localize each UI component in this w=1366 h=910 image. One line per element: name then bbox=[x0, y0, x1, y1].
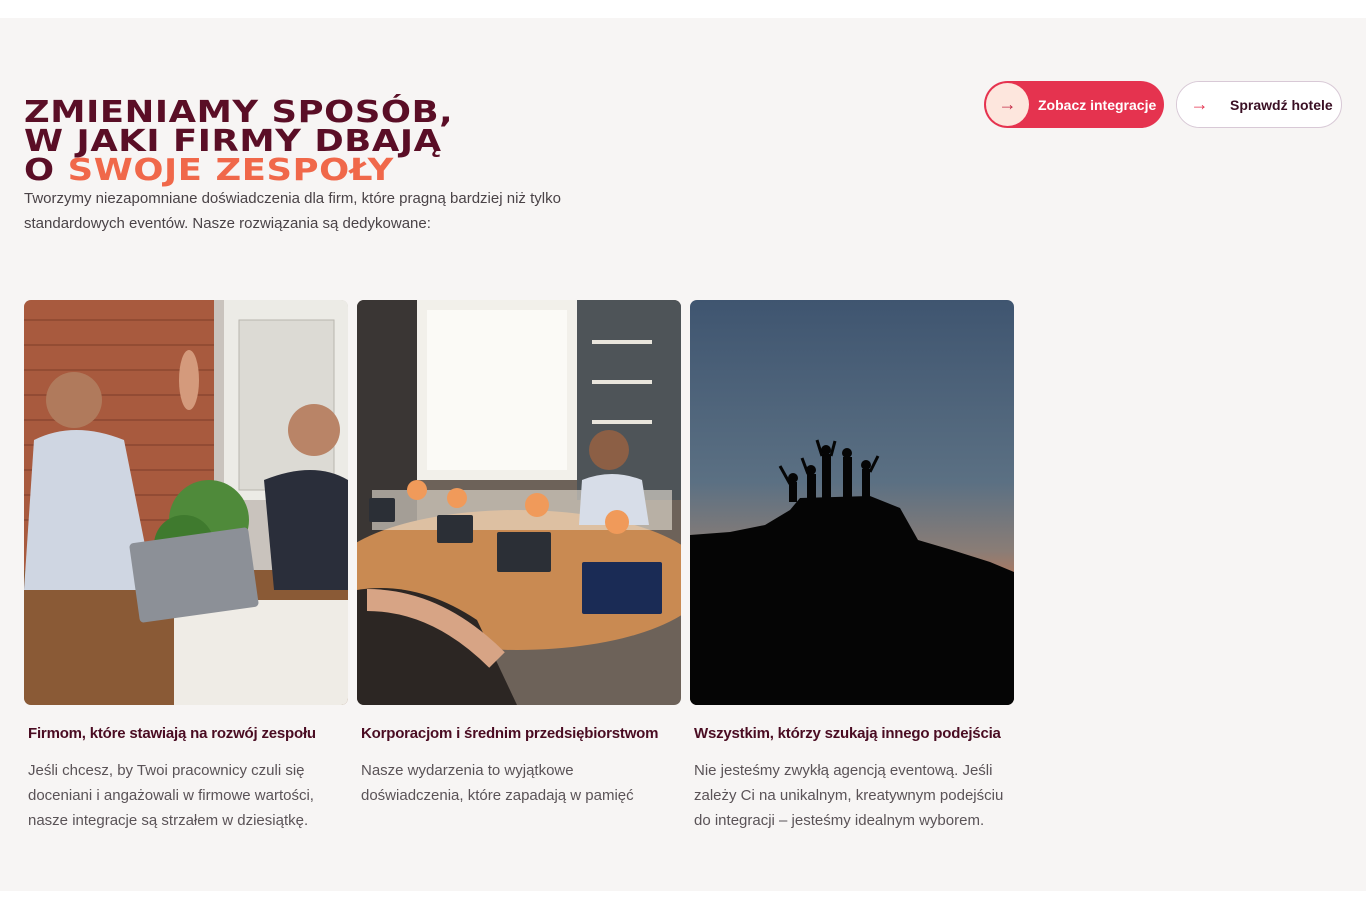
card-title: Korporacjom i średnim przedsiębiorstwom bbox=[361, 725, 659, 742]
lead-paragraph: Tworzymy niezapomniane doświadczenia dla… bbox=[24, 190, 561, 232]
office-high-five-photo bbox=[24, 300, 348, 705]
check-hotels-button[interactable]: → Sprawdź hotele bbox=[1176, 81, 1342, 128]
arrow-right-icon: → bbox=[1177, 82, 1222, 127]
see-integrations-button[interactable]: → Zobacz integracje bbox=[984, 81, 1164, 128]
page-headline: ZMIENIAMY SPOSÓB, W JAKI FIRMY DBAJĄ O S… bbox=[24, 95, 454, 188]
headline-accent: SWOJE ZESPOŁY bbox=[67, 153, 394, 188]
card-title: Wszystkim, którzy szukają innego podejśc… bbox=[694, 725, 1001, 742]
arrow-right-icon: → bbox=[986, 83, 1029, 126]
headline-line-2: W JAKI FIRMY DBAJĄ bbox=[24, 124, 442, 159]
intro-section: ZMIENIAMY SPOSÓB, W JAKI FIRMY DBAJĄ O S… bbox=[0, 18, 1366, 891]
card-text: Nasze wydarzenia to wyjątkowe doświadcze… bbox=[361, 762, 634, 804]
card-text: Jeśli chcesz, by Twoi pracownicy czuli s… bbox=[28, 762, 314, 829]
headline-line-3: O SWOJE ZESPOŁY bbox=[24, 153, 453, 188]
card-text: Nie jesteśmy zwykłą agencją eventową. Je… bbox=[694, 762, 1004, 829]
headline-line-1: ZMIENIAMY SPOSÓB, bbox=[24, 95, 454, 130]
mountain-silhouette-sunset-photo bbox=[690, 300, 1014, 705]
see-integrations-label: Zobacz integracje bbox=[1038, 96, 1157, 113]
audience-card-teams: Firmom, które stawiają na rozwój zespołu… bbox=[24, 300, 348, 833]
headline-prefix: O bbox=[24, 153, 55, 188]
check-hotels-label: Sprawdź hotele bbox=[1230, 96, 1333, 113]
card-title: Firmom, które stawiają na rozwój zespołu bbox=[28, 725, 316, 742]
conference-room-laptops-photo bbox=[357, 300, 681, 705]
audience-card-corporations: Korporacjom i średnim przedsiębiorstwom … bbox=[357, 300, 681, 808]
audience-card-different-approach: Wszystkim, którzy szukają innego podejśc… bbox=[690, 300, 1014, 833]
